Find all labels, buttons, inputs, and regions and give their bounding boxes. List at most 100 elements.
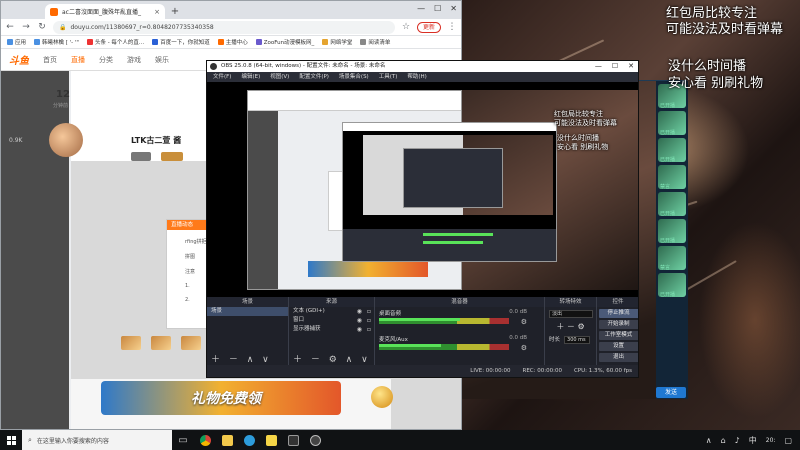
nav-live[interactable]: 直播 <box>71 55 85 65</box>
nav-entertainment[interactable]: 娱乐 <box>155 55 169 65</box>
edge-icon[interactable] <box>238 430 260 450</box>
viewer-item[interactable]: 已开播 <box>658 219 686 244</box>
maximize-button[interactable]: ☐ <box>612 61 618 72</box>
lock-icon[interactable]: ▫ <box>367 316 371 325</box>
source-item[interactable]: 显示器捕获 ◉ ▫ <box>289 325 374 334</box>
streamer-avatar[interactable] <box>49 123 83 157</box>
cpu-status: CPU: 1.3%, 60.00 fps <box>573 368 632 374</box>
menu-edit[interactable]: 编辑(E) <box>241 72 260 82</box>
chevron-up-icon[interactable]: ∧ <box>706 436 712 445</box>
eye-icon[interactable]: ◉ <box>357 325 362 334</box>
bookmark-icon <box>86 39 93 45</box>
chrome-taskbar-icon[interactable] <box>194 430 216 450</box>
send-button[interactable]: 发送 <box>656 387 686 398</box>
minimize-button[interactable]: — <box>595 61 602 72</box>
gear-icon[interactable]: ⚙ <box>521 318 527 326</box>
eye-icon[interactable]: ◉ <box>357 316 362 325</box>
viewer-item[interactable]: 已开播 <box>658 138 686 163</box>
app-taskbar-icon[interactable] <box>260 430 282 450</box>
clock[interactable]: 20: <box>766 437 776 444</box>
bookmark-item[interactable]: 应用 <box>7 38 26 46</box>
source-item[interactable]: 窗口 ◉ ▫ <box>289 316 374 325</box>
menu-file[interactable]: 文件(F) <box>213 72 231 82</box>
lock-icon[interactable]: ▫ <box>367 307 371 316</box>
gift-thumbnail[interactable] <box>121 336 141 350</box>
fan-club-button[interactable] <box>161 152 183 161</box>
bookmark-item[interactable]: 主播中心 <box>217 38 248 46</box>
notification-icon[interactable]: ▢ <box>784 436 792 445</box>
client-viewer-list[interactable]: 已开播 已开播 已开播 禁言 已开播 已开播 禁言 已开播 <box>656 81 688 399</box>
menu-profile[interactable]: 配置文件(P) <box>299 72 329 82</box>
menu-view[interactable]: 视图(V) <box>270 72 289 82</box>
menu-tools[interactable]: 工具(T) <box>379 72 398 82</box>
search-icon: ⌕ <box>28 435 32 444</box>
address-bar[interactable]: 🔒 douyu.com/11380697_r=0.804820773534035… <box>53 20 395 34</box>
lock-icon[interactable]: ▫ <box>367 325 371 334</box>
menu-scene-collection[interactable]: 场景集合(S) <box>339 72 369 82</box>
volume-icon[interactable]: ♪ <box>735 436 740 445</box>
gear-icon[interactable]: ⚙ <box>521 344 527 352</box>
bookmark-item[interactable]: ZooFun动漫模板网_ <box>255 38 314 46</box>
eye-icon[interactable]: ◉ <box>357 307 362 316</box>
viewer-item[interactable]: 已开播 <box>658 192 686 217</box>
free-gift-banner[interactable]: 礼物免费领 <box>101 381 341 415</box>
settings-button[interactable]: 设置 <box>598 342 638 351</box>
source-item[interactable]: 文本 (GDI+) ◉ ▫ <box>289 307 374 316</box>
nested-obs-capture <box>342 122 557 262</box>
bookmark-item[interactable]: 百度一下，你就知道 <box>152 38 210 46</box>
reload-icon[interactable]: ↻ <box>37 22 47 32</box>
bookmark-item[interactable]: 网络学堂 <box>322 38 352 46</box>
bookmark-item[interactable]: 阅读清单 <box>360 38 390 46</box>
bookmark-item[interactable]: 韩曦林檎 [ '- '" <box>34 38 79 46</box>
viewer-item[interactable]: 禁言 <box>658 246 686 271</box>
rec-status: REC: 00:00:00 <box>522 368 562 374</box>
task-view-icon[interactable]: ▭ <box>172 430 194 450</box>
bookmark-icon <box>255 39 262 45</box>
studio-mode-button[interactable]: 工作室模式 <box>598 331 638 340</box>
close-button[interactable]: ✕ <box>628 61 634 72</box>
start-recording-button[interactable]: 开始录制 <box>598 320 638 329</box>
obs-preview[interactable]: 红包局比较专注 可能没法及时看弹幕 没什么时间播 安心看 别刷礼物 <box>207 82 638 297</box>
tab-close-icon[interactable]: × <box>154 8 160 16</box>
taskbar-search[interactable]: ⌕ 在这里输入你要搜索的内容 <box>22 430 172 450</box>
stop-streaming-button[interactable]: 停止推流 <box>598 309 638 318</box>
viewer-item[interactable]: 已开播 <box>658 111 686 136</box>
network-icon[interactable]: ⌂ <box>721 436 726 445</box>
follow-button[interactable] <box>131 152 151 161</box>
menu-dots-icon[interactable]: ⋮ <box>447 22 457 32</box>
nav-home[interactable]: 首页 <box>43 55 57 65</box>
maximize-button[interactable]: ☐ <box>434 4 441 13</box>
update-button[interactable]: 更新 <box>416 21 441 33</box>
scene-dock-toolbar[interactable]: ＋ － ∧ ∨ <box>211 352 272 365</box>
obs-taskbar-icon[interactable] <box>304 430 326 450</box>
back-arrow-icon[interactable]: ← <box>5 22 15 32</box>
ime-icon[interactable]: 中 <box>749 435 757 446</box>
lock-icon: 🔒 <box>59 23 67 31</box>
star-icon[interactable]: ☆ <box>401 22 411 32</box>
transition-add-remove[interactable]: ＋ － ⚙ <box>545 321 596 332</box>
source-dock-toolbar[interactable]: ＋ － ⚙ ∧ ∨ <box>293 352 371 365</box>
viewer-item[interactable]: 禁言 <box>658 165 686 190</box>
nav-category[interactable]: 分类 <box>99 55 113 65</box>
close-button[interactable]: ✕ <box>450 4 457 13</box>
menu-help[interactable]: 帮助(H) <box>407 72 426 82</box>
transition-effect[interactable]: 淡出 <box>549 310 593 318</box>
exit-button[interactable]: 退出 <box>598 353 638 362</box>
nav-game[interactable]: 游戏 <box>127 55 141 65</box>
app-taskbar-icon[interactable] <box>282 430 304 450</box>
scene-item[interactable]: 场景 <box>207 307 288 316</box>
transition-select[interactable]: 淡出 <box>545 307 596 321</box>
duration-input[interactable]: 300 ms <box>564 335 591 344</box>
start-button[interactable] <box>0 430 22 450</box>
gift-thumbnail[interactable] <box>181 336 201 350</box>
viewer-item[interactable]: 已开播 <box>658 273 686 298</box>
bookmark-label: 百度一下，你就知道 <box>160 40 210 46</box>
file-explorer-icon[interactable] <box>216 430 238 450</box>
douyu-logo[interactable]: 斗鱼 <box>9 52 29 67</box>
bookmark-item[interactable]: 头条 - 每个人的直... <box>86 38 144 46</box>
browser-tab[interactable]: ac二喜沒面面_腹殊年亂直播_ × <box>45 4 165 19</box>
forward-arrow-icon[interactable]: → <box>21 22 31 32</box>
new-tab-button[interactable]: + <box>168 5 182 19</box>
minimize-button[interactable]: — <box>417 4 425 13</box>
gift-thumbnail[interactable] <box>151 336 171 350</box>
